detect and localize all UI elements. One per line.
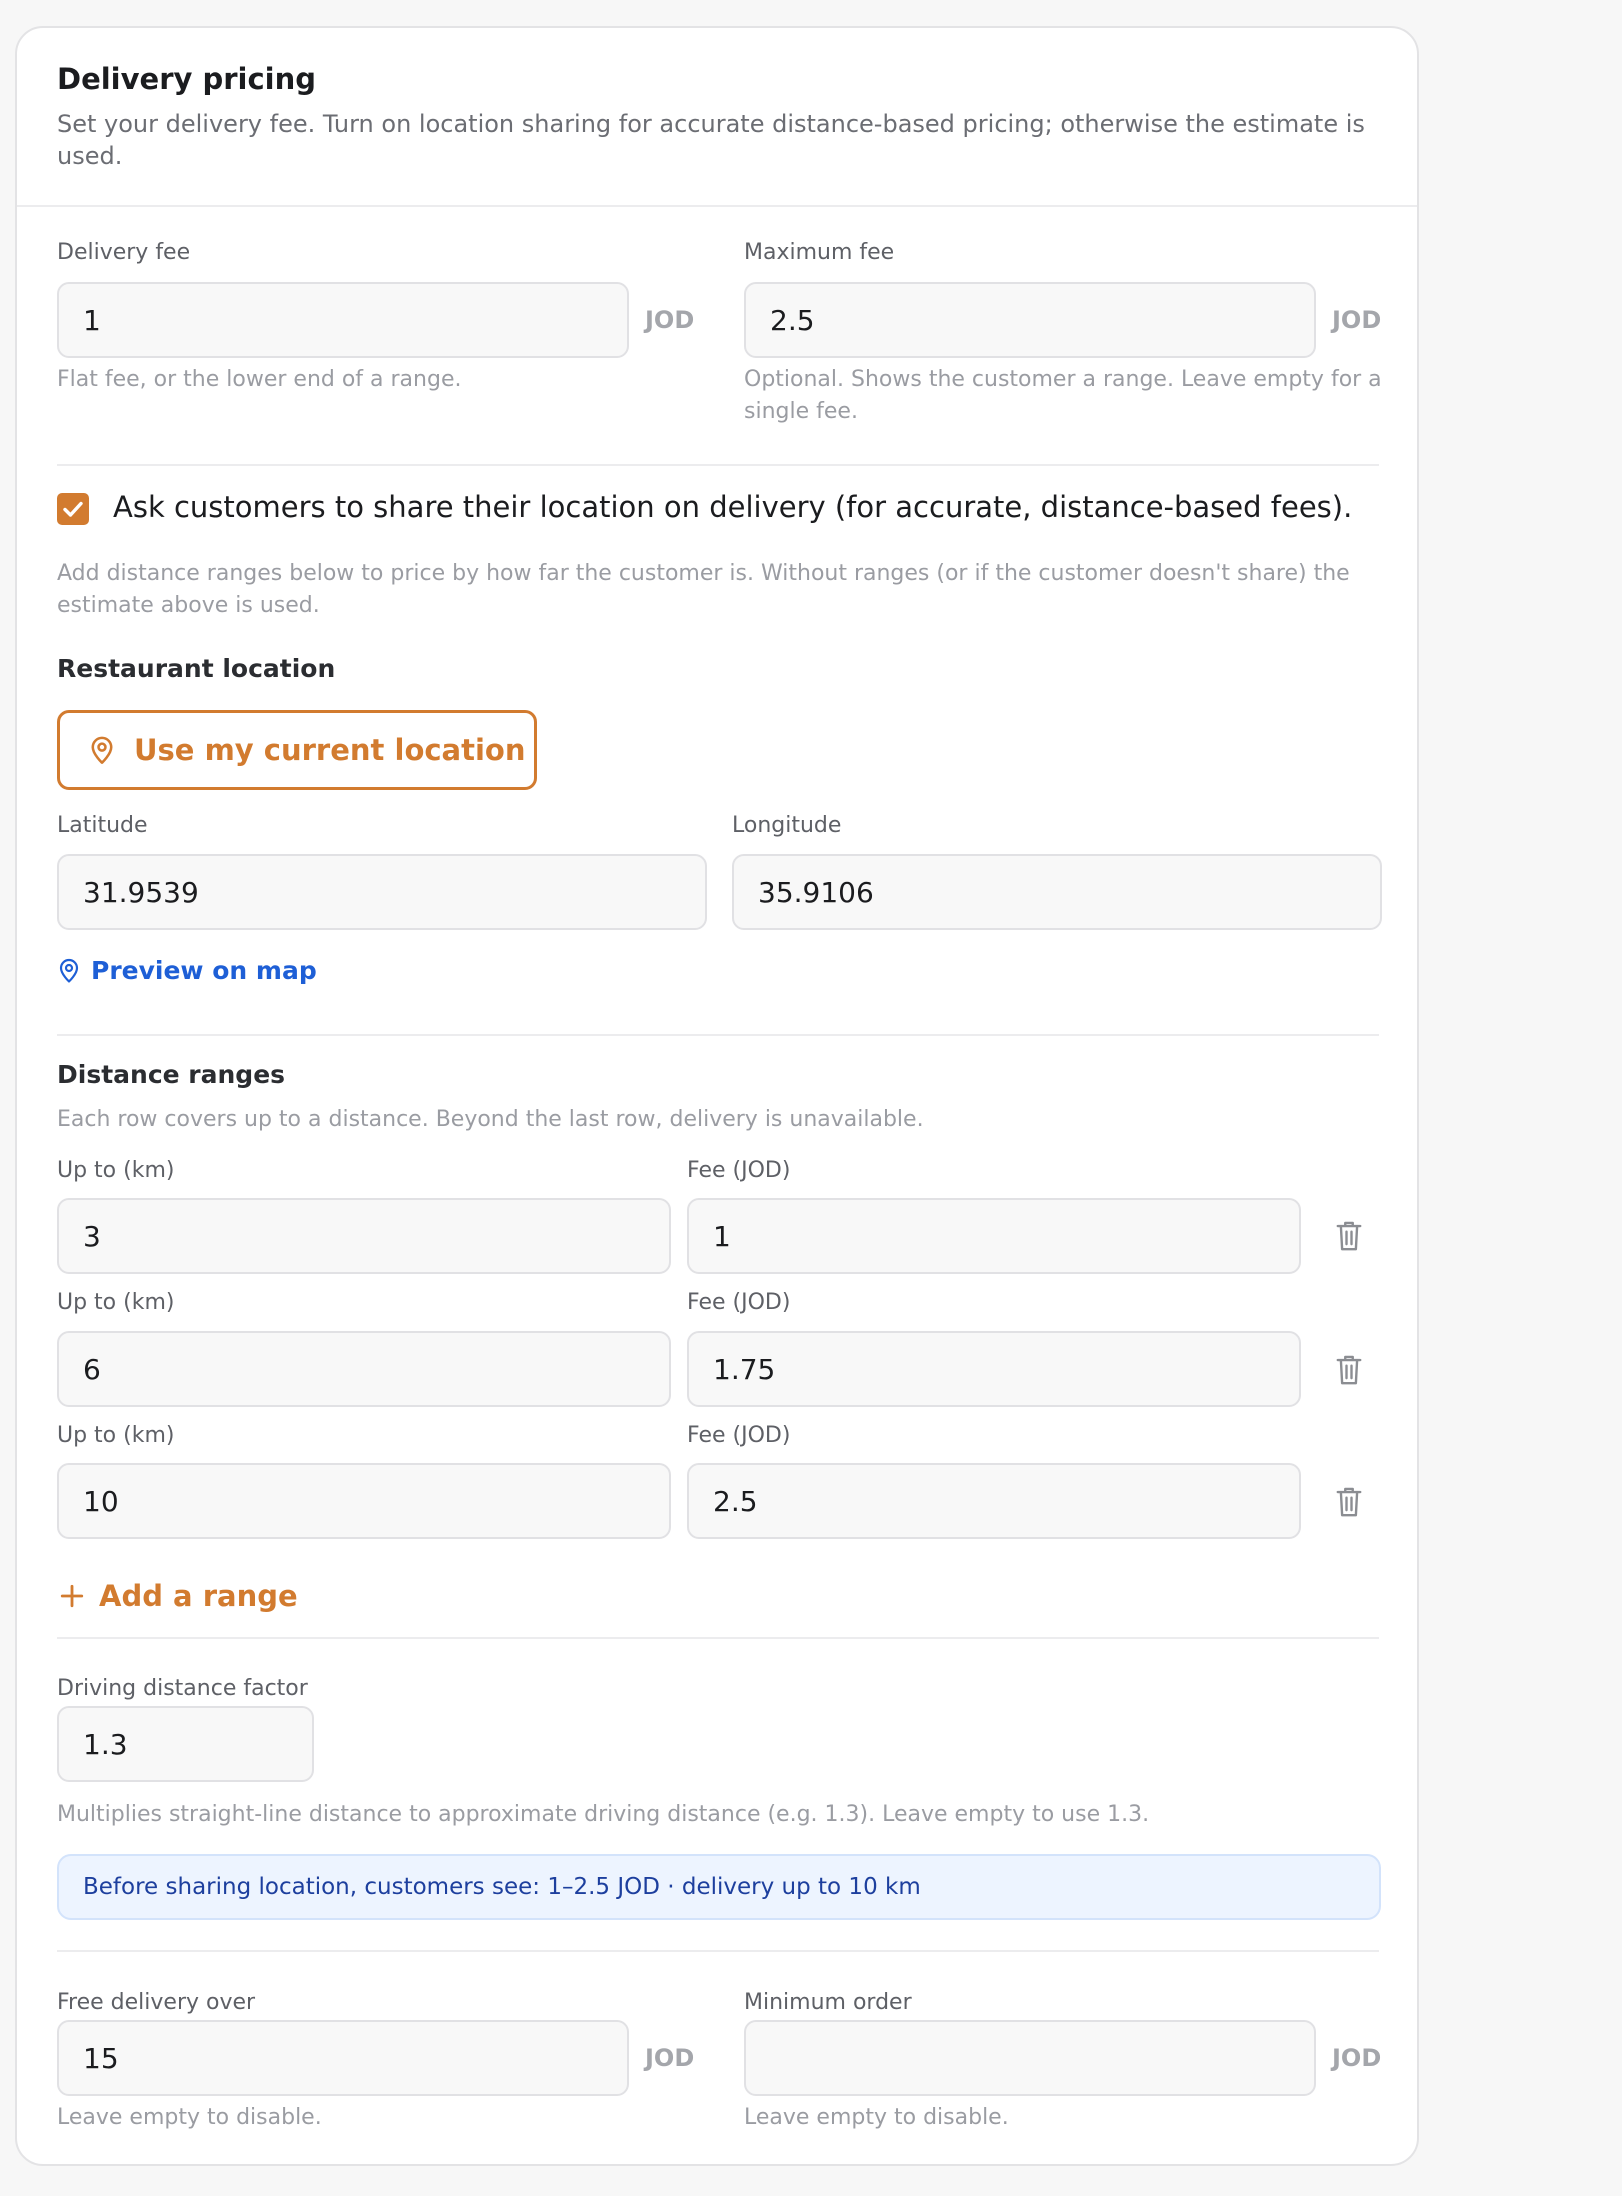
ranges-divider <box>57 1637 1379 1639</box>
distance-ranges-title: Distance ranges <box>57 1060 286 1089</box>
trash-icon[interactable] <box>1334 1485 1364 1519</box>
location-sharing-label[interactable]: Ask customers to share their location on… <box>113 490 1352 524</box>
location-divider <box>57 1034 1379 1036</box>
longitude-input[interactable] <box>732 854 1382 930</box>
range-fee-input[interactable] <box>687 1198 1301 1274</box>
banner-divider <box>57 1950 1379 1952</box>
range-fee-label: Fee (JOD) <box>687 1423 791 1448</box>
free-delivery-hint: Leave empty to disable. <box>57 2105 322 2130</box>
delivery-fee-input[interactable] <box>57 282 629 358</box>
fees-divider <box>57 464 1379 466</box>
free-delivery-label: Free delivery over <box>57 1990 256 2015</box>
card-title: Delivery pricing <box>57 62 317 96</box>
map-pin-icon <box>91 736 113 764</box>
map-pin-icon <box>59 958 79 983</box>
range-distance-input[interactable] <box>57 1198 671 1274</box>
location-sharing-hint: Add distance ranges below to price by ho… <box>57 561 1350 618</box>
preview-on-map-link[interactable]: Preview on map <box>57 956 317 985</box>
use-current-location-label: Use my current location <box>134 733 526 767</box>
range-distance-input[interactable] <box>57 1463 671 1539</box>
max-fee-hint: Optional. Shows the customer a range. Le… <box>744 367 1382 424</box>
use-current-location-button[interactable]: Use my current location <box>57 710 537 790</box>
longitude-label: Longitude <box>732 813 842 838</box>
check-icon <box>63 501 83 517</box>
add-range-button[interactable]: Add a range <box>59 1579 298 1613</box>
max-fee-input[interactable] <box>744 282 1316 358</box>
range-fee-input[interactable] <box>687 1463 1301 1539</box>
max-fee-label: Maximum fee <box>744 240 895 265</box>
trash-icon[interactable] <box>1334 1219 1364 1253</box>
add-range-label: Add a range <box>99 1579 298 1613</box>
card-description: Set your delivery fee. Turn on location … <box>57 110 1365 170</box>
latitude-input[interactable] <box>57 854 707 930</box>
min-order-unit: JOD <box>1332 2044 1382 2072</box>
trash-icon[interactable] <box>1334 1353 1364 1387</box>
driving-factor-input[interactable] <box>57 1706 314 1782</box>
min-order-hint: Leave empty to disable. <box>744 2105 1009 2130</box>
location-sharing-checkbox[interactable] <box>57 493 89 525</box>
delivery-fee-label: Delivery fee <box>57 240 191 265</box>
range-distance-label: Up to (km) <box>57 1158 175 1183</box>
range-fee-input[interactable] <box>687 1331 1301 1407</box>
preview-on-map-label: Preview on map <box>91 956 317 985</box>
range-fee-label: Fee (JOD) <box>687 1290 791 1315</box>
range-distance-input[interactable] <box>57 1331 671 1407</box>
range-distance-label: Up to (km) <box>57 1423 175 1448</box>
min-order-label: Minimum order <box>744 1990 912 2015</box>
range-fee-label: Fee (JOD) <box>687 1158 791 1183</box>
delivery-pricing-card: Delivery pricing Set your delivery fee. … <box>15 26 1419 2166</box>
header-divider <box>17 205 1417 207</box>
driving-factor-label: Driving distance factor <box>57 1676 308 1701</box>
latitude-label: Latitude <box>57 813 148 838</box>
delivery-fee-hint: Flat fee, or the lower end of a range. <box>57 367 462 392</box>
distance-ranges-hint: Each row covers up to a distance. Beyond… <box>57 1107 924 1132</box>
driving-factor-hint: Multiplies straight-line distance to app… <box>57 1802 1150 1827</box>
plus-icon <box>60 1584 84 1608</box>
free-delivery-unit: JOD <box>645 2044 695 2072</box>
range-distance-label: Up to (km) <box>57 1290 175 1315</box>
delivery-fee-unit: JOD <box>645 306 695 334</box>
free-delivery-input[interactable] <box>57 2020 629 2096</box>
restaurant-location-title: Restaurant location <box>57 654 336 683</box>
pricing-preview-banner: Before sharing location, customers see: … <box>57 1854 1381 1920</box>
max-fee-unit: JOD <box>1332 306 1382 334</box>
min-order-input[interactable] <box>744 2020 1316 2096</box>
